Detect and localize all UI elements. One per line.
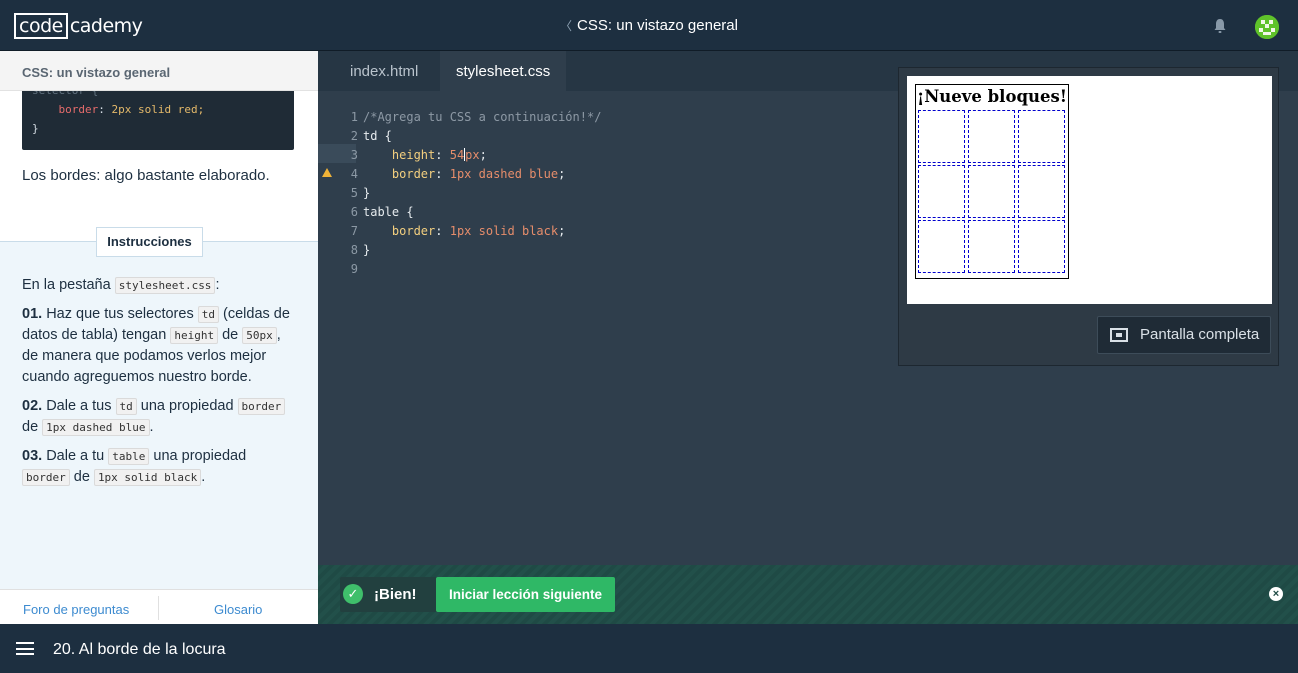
preview-panel: ¡Nueve bloques! Pantalla completa [898,67,1279,366]
lesson-panel: CSS: un vistazo general selector { borde… [0,51,318,624]
inline-code: 1px dashed blue [42,419,150,436]
glossary-link[interactable]: Glosario [214,602,262,617]
code-line-2[interactable]: td { [363,129,392,143]
inline-code: 1px solid black [93,469,202,486]
code-line-6[interactable]: table { [363,205,414,219]
line-number: 5 [350,186,358,200]
tab-stylesheet-css[interactable]: stylesheet.css [440,51,567,91]
code-line-3[interactable]: height: 54px; [363,148,487,162]
preview-cell [918,165,965,218]
fullscreen-label: Pantalla completa [1140,326,1260,343]
preview-frame: ¡Nueve bloques! [907,76,1272,304]
preview-cell [968,165,1015,218]
instructions-intro: En la pestaña stylesheet.css: [22,277,220,294]
success-label: ¡Bien! [374,586,417,603]
inline-code: stylesheet.css [114,277,216,294]
inline-code: td [197,306,219,323]
code-line-5[interactable]: } [363,186,370,200]
preview-cell [968,220,1015,273]
forum-link[interactable]: Foro de preguntas [23,602,129,617]
instruction-step-2: 02. Dale a tus td una propiedad border d… [22,396,294,438]
lesson-title[interactable]: 20. Al borde de la locura [53,641,226,659]
line-number: 8 [350,243,358,257]
tab-index-html[interactable]: index.html [334,51,434,91]
preview-caption: ¡Nueve bloques! [916,87,1068,106]
next-lesson-button[interactable]: Iniciar lección siguiente [436,577,615,612]
preview-table: ¡Nueve bloques! [915,84,1069,279]
chevron-left-icon: 〈 [560,19,573,33]
inline-code: 50px [242,327,277,344]
inline-code: td [115,398,137,415]
instructions-body: En la pestaña stylesheet.css: 01. Haz qu… [22,275,294,496]
instruction-step-3: 03. Dale a tu table una propiedad border… [22,448,247,486]
code-example-line-3: } [32,122,39,135]
code-example-line-2: border: 2px solid red; [58,103,205,116]
fullscreen-icon [1110,328,1128,342]
avatar-icon[interactable] [1255,15,1279,39]
top-bar: code cademy 〈 CSS: un vistazo general [0,0,1298,51]
success-bar: ✓ ¡Bien! Iniciar lección siguiente × [318,565,1298,624]
footer-divider [158,596,159,620]
lesson-text: Los bordes: algo bastante elaborado. [22,167,270,184]
code-line-8[interactable]: } [363,243,370,257]
inline-code: table [108,448,150,465]
preview-cell [968,110,1015,163]
inline-code: height [170,327,219,344]
lesson-panel-header: CSS: un vistazo general [0,51,318,91]
inline-code: border [22,469,70,486]
code-line-1[interactable]: /*Agrega tu CSS a continuación!*/ [363,110,601,124]
line-number: 4 [350,167,358,181]
lesson-panel-footer: Foro de preguntas Glosario [0,589,318,624]
close-icon[interactable]: × [1269,587,1283,601]
line-number: 9 [350,262,358,276]
line-number: 7 [350,224,358,238]
fullscreen-button[interactable]: Pantalla completa [1097,316,1271,354]
bottom-bar: 20. Al borde de la locura [0,624,1298,673]
instructions-tab[interactable]: Instrucciones [96,227,203,257]
bell-icon[interactable] [1212,18,1228,34]
preview-cell [1018,110,1065,163]
check-icon: ✓ [343,584,363,604]
preview-cell [918,110,965,163]
line-number: 6 [350,205,358,219]
preview-cell [1018,220,1065,273]
code-line-4[interactable]: border: 1px dashed blue; [363,167,565,181]
preview-cell [1018,165,1065,218]
line-number: 1 [350,110,358,124]
course-title-text: CSS: un vistazo general [577,17,738,34]
line-number: 2 [350,129,358,143]
line-number: 3 [350,148,358,162]
preview-cell [918,220,965,273]
instruction-step-1: 01. Haz que tus selectores td (celdas de… [22,306,290,385]
hamburger-icon[interactable] [16,642,34,655]
code-line-7[interactable]: border: 1px solid black; [363,224,565,238]
course-title[interactable]: 〈 CSS: un vistazo general [0,17,1298,34]
inline-code: border [237,398,286,415]
code-example: selector { border: 2px solid red; } [22,81,294,150]
